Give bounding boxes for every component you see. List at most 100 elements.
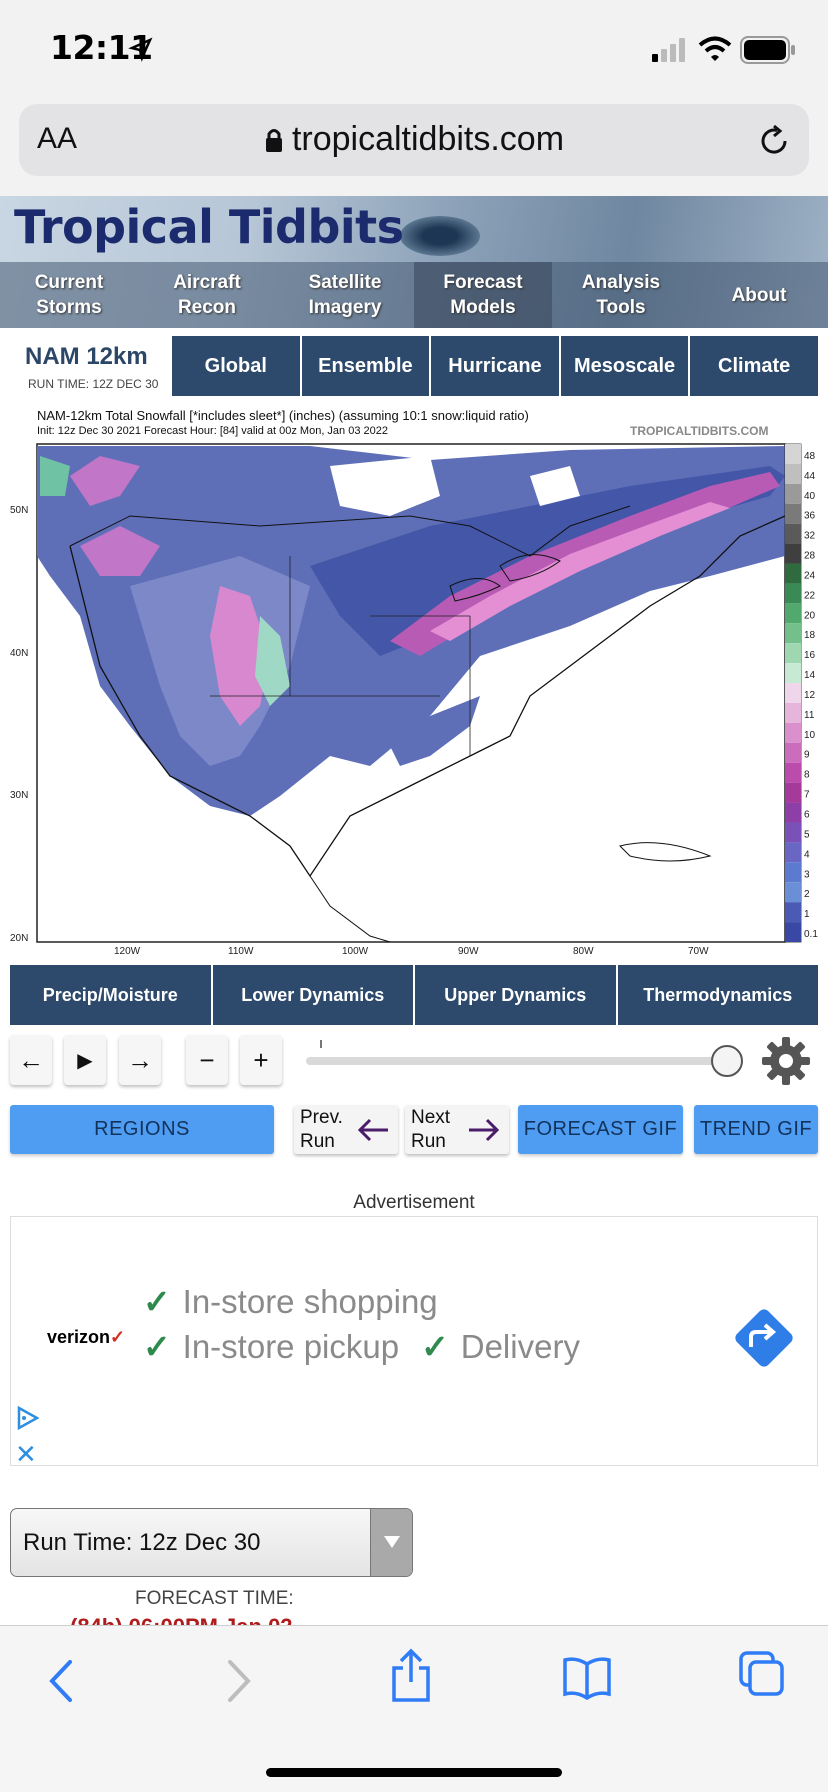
status-bar: 12:11 bbox=[0, 0, 828, 100]
site-logo[interactable]: Tropical Tidbits bbox=[14, 200, 404, 254]
location-arrow-icon bbox=[128, 37, 153, 62]
url-field[interactable]: AA tropicaltidbits.com bbox=[19, 104, 809, 176]
dropdown-button[interactable] bbox=[370, 1509, 412, 1576]
colorbar-label: 36 bbox=[804, 511, 816, 522]
lat-label: 30N bbox=[10, 790, 28, 801]
tab-lower-dynamics[interactable]: Lower Dynamics bbox=[212, 965, 415, 1025]
colorbar-label: 7 bbox=[804, 790, 810, 801]
lat-label: 40N bbox=[10, 648, 28, 659]
plus-button[interactable]: + bbox=[240, 1035, 282, 1085]
tab-global[interactable]: Global bbox=[172, 336, 302, 396]
nav-analysis-tools[interactable]: Analysis Tools bbox=[552, 262, 690, 328]
prev-frame-button[interactable]: ← bbox=[10, 1035, 52, 1085]
cellular-signal-icon bbox=[652, 38, 685, 62]
ad-text-3: Delivery bbox=[460, 1328, 580, 1365]
lon-label: 120W bbox=[114, 946, 141, 957]
colorbar-swatch bbox=[785, 742, 801, 763]
prev-run-button[interactable]: Prev. Run bbox=[294, 1105, 398, 1154]
colorbar-label: 44 bbox=[804, 471, 816, 482]
check-icon: ✓ bbox=[143, 1283, 171, 1320]
colorbar-swatch bbox=[785, 543, 801, 564]
run-time-select[interactable]: Run Time: 12z Dec 30 bbox=[10, 1508, 413, 1577]
chevron-down-icon bbox=[384, 1536, 400, 1548]
home-indicator bbox=[266, 1768, 562, 1777]
nav-about[interactable]: About bbox=[690, 262, 828, 328]
colorbar-swatch bbox=[785, 702, 801, 723]
colorbar-swatch bbox=[785, 623, 801, 644]
colorbar-swatch bbox=[785, 782, 801, 803]
tab-hurricane[interactable]: Hurricane bbox=[431, 336, 561, 396]
prev-run-label: Prev. Run bbox=[300, 1107, 343, 1152]
colorbar-swatch bbox=[785, 483, 801, 504]
forecast-hour-slider[interactable] bbox=[306, 1057, 726, 1065]
tab-thermodynamics[interactable]: Thermodynamics bbox=[617, 965, 818, 1025]
colorbar-label: 40 bbox=[804, 491, 816, 502]
forward-icon[interactable] bbox=[218, 1656, 258, 1706]
colorbar-label: 14 bbox=[804, 670, 816, 681]
colorbar-swatch bbox=[785, 822, 801, 843]
parameter-tabs: Precip/Moisture Lower Dynamics Upper Dyn… bbox=[10, 965, 818, 1025]
lon-label: 110W bbox=[228, 946, 254, 957]
nav-satellite-imagery[interactable]: Satellite Imagery bbox=[276, 262, 414, 328]
run-time-value: Run Time: 12z Dec 30 bbox=[23, 1529, 261, 1556]
play-button[interactable]: ▶ bbox=[64, 1035, 106, 1085]
tab-upper-dynamics[interactable]: Upper Dynamics bbox=[415, 965, 618, 1025]
close-icon[interactable]: ✕ bbox=[15, 1439, 37, 1470]
bookmarks-icon[interactable] bbox=[562, 1654, 612, 1700]
colorbar-swatch bbox=[785, 842, 801, 863]
forecast-gif-button[interactable]: FORECAST GIF bbox=[518, 1105, 683, 1154]
tab-mesoscale[interactable]: Mesoscale bbox=[560, 336, 691, 396]
nav-current-storms[interactable]: Current Storms bbox=[0, 262, 138, 328]
colorbar-label: 48 bbox=[804, 451, 816, 462]
colorbar-swatch bbox=[785, 882, 801, 903]
colorbar-swatch bbox=[785, 643, 801, 664]
colorbar-swatch bbox=[785, 722, 801, 743]
reload-icon[interactable] bbox=[757, 124, 791, 158]
colorbar-label: 24 bbox=[804, 570, 816, 581]
map-title: NAM-12km Total Snowfall [*includes sleet… bbox=[37, 408, 529, 423]
colorbar-label: 12 bbox=[804, 690, 816, 701]
regions-button[interactable]: REGIONS bbox=[10, 1105, 274, 1154]
tab-ensemble[interactable]: Ensemble bbox=[301, 336, 432, 396]
share-icon[interactable] bbox=[388, 1648, 434, 1704]
nav-aircraft-recon[interactable]: Aircraft Recon bbox=[138, 262, 276, 328]
gear-icon[interactable] bbox=[760, 1035, 812, 1087]
ad-brand-logo: verizon✓ bbox=[47, 1327, 126, 1347]
colorbar-swatch bbox=[785, 663, 801, 684]
minus-button[interactable]: − bbox=[186, 1035, 228, 1085]
ad-brand-text: verizon bbox=[47, 1327, 111, 1347]
lon-label: 80W bbox=[573, 946, 594, 957]
colorbar-swatch bbox=[785, 444, 801, 464]
trend-gif-button[interactable]: TREND GIF bbox=[694, 1105, 818, 1154]
advertisement[interactable]: verizon✓ ✓ In-store shopping ✓ In-store pi… bbox=[10, 1216, 818, 1469]
tabs-icon[interactable] bbox=[738, 1650, 786, 1698]
colorbar-swatch bbox=[785, 583, 801, 604]
colorbar-swatch bbox=[785, 802, 801, 823]
colorbar-label: 22 bbox=[804, 590, 816, 601]
colorbar-label: 2 bbox=[804, 889, 810, 900]
colorbar-label: 11 bbox=[804, 710, 815, 721]
back-icon[interactable] bbox=[42, 1656, 82, 1706]
colorbar-swatch bbox=[785, 563, 801, 584]
directions-icon[interactable] bbox=[729, 1303, 799, 1373]
snowfall-map[interactable]: 4844403632282422201816141211109876543210… bbox=[10, 436, 818, 960]
site-header: Tropical Tidbits Current Storms Aircraft… bbox=[0, 196, 828, 328]
tab-precip-moisture[interactable]: Precip/Moisture bbox=[10, 965, 213, 1025]
colorbar-swatch bbox=[785, 463, 801, 484]
colorbar-swatch bbox=[785, 523, 801, 544]
next-run-button[interactable]: Next Run bbox=[405, 1105, 509, 1154]
slider-handle[interactable] bbox=[711, 1045, 743, 1077]
lon-label: 90W bbox=[458, 946, 479, 957]
url-label: tropicaltidbits.com bbox=[291, 120, 565, 158]
colorbar-swatch bbox=[785, 922, 801, 942]
model-category-tabs: Global Ensemble Hurricane Mesoscale Clim… bbox=[172, 336, 818, 396]
lon-label: 100W bbox=[342, 946, 369, 957]
url-text: tropicaltidbits.com bbox=[19, 120, 809, 159]
next-frame-button[interactable]: → bbox=[119, 1035, 161, 1085]
nav-forecast-models[interactable]: Forecast Models bbox=[414, 262, 552, 328]
tab-climate[interactable]: Climate bbox=[690, 336, 818, 396]
model-name: NAM 12km bbox=[25, 343, 148, 370]
next-run-label: Next Run bbox=[411, 1107, 451, 1152]
adchoices-icon[interactable] bbox=[15, 1405, 41, 1431]
lock-icon bbox=[265, 129, 282, 152]
